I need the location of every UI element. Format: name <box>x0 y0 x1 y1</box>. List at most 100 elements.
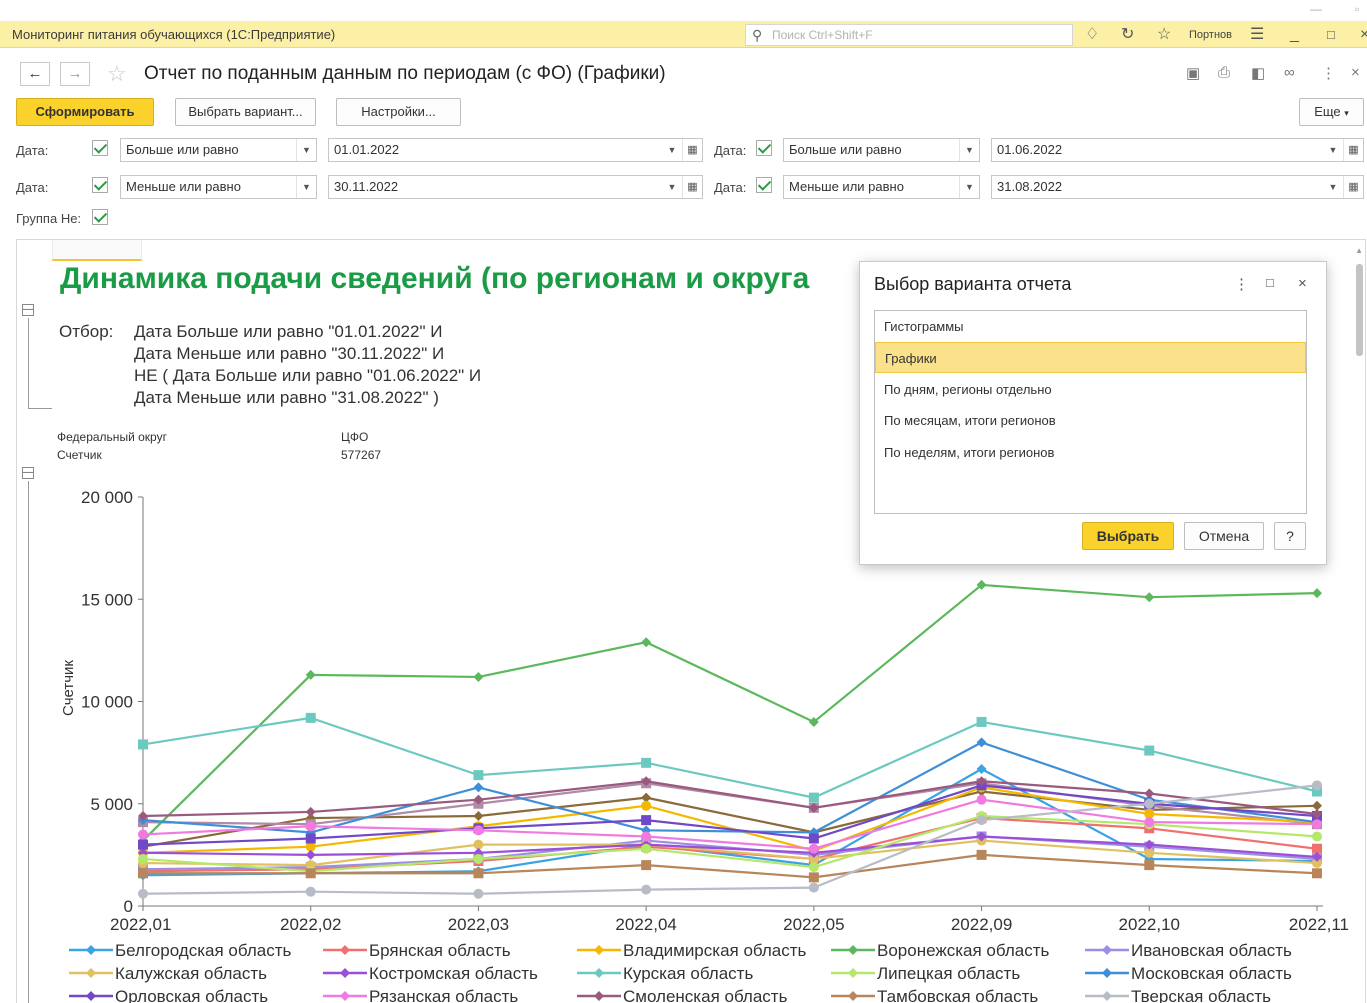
legend-swatch-marker <box>1102 945 1112 955</box>
variant-item-selected[interactable]: Графики <box>875 342 1306 373</box>
more-button[interactable]: Еще ▾ <box>1299 98 1364 126</box>
more-vertical-icon[interactable]: ⋮ <box>1321 64 1336 82</box>
group-bracket-end <box>28 408 52 409</box>
data-point <box>808 862 819 873</box>
date-field-3[interactable]: 01.06.2022 ▼ ▦ <box>991 138 1364 162</box>
more-vertical-icon[interactable]: ⋮ <box>1234 275 1249 293</box>
help-button[interactable]: ? <box>1274 522 1306 550</box>
data-point <box>473 868 484 879</box>
legend-swatch-marker <box>1102 991 1112 1001</box>
choose-variant-button[interactable]: Выбрать вариант... <box>175 98 316 126</box>
legend-label: Белгородская область <box>115 941 291 960</box>
condition-select-1[interactable]: Больше или равно ▼ <box>120 138 317 162</box>
active-cell[interactable] <box>52 240 142 261</box>
date-filter-1-checkbox[interactable] <box>92 140 108 156</box>
calendar-icon[interactable]: ▦ <box>682 176 702 198</box>
collapse-group-icon[interactable]: — <box>22 304 34 316</box>
x-tick-label: 2022,05 <box>783 915 844 934</box>
condition-select-4[interactable]: Меньше или равно ▼ <box>783 175 980 199</box>
date-field-2[interactable]: 30.11.2022 ▼ ▦ <box>328 175 703 199</box>
bell-icon[interactable]: ♢ <box>1085 26 1099 44</box>
form-title: Отчет по поданным данным по периодам (с … <box>144 63 666 84</box>
data-point <box>976 763 987 774</box>
scroll-up-icon[interactable]: ▲ <box>1355 246 1363 255</box>
chevron-down-icon: ▾ <box>1344 108 1349 118</box>
history-icon[interactable]: ↻ <box>1121 26 1134 44</box>
variant-item[interactable]: По дням, регионы отдельно <box>875 374 1306 405</box>
variant-item[interactable]: По месяцам, итоги регионов <box>875 405 1306 436</box>
condition-select-3[interactable]: Больше или равно ▼ <box>783 138 980 162</box>
group-bracket <box>28 318 29 408</box>
collapse-group-icon[interactable]: — <box>22 467 34 479</box>
generate-button[interactable]: Сформировать <box>16 98 154 126</box>
user-name[interactable]: Портнов <box>1189 29 1232 41</box>
restore-mini-icon[interactable]: ▫ <box>1355 2 1359 16</box>
date-filter-3-checkbox[interactable] <box>756 140 772 156</box>
favorites-star-icon[interactable]: ☆ <box>1157 26 1171 44</box>
legend-label: Воронежская область <box>877 941 1050 960</box>
variant-item[interactable]: По неделям, итоги регионов <box>875 437 1306 468</box>
variant-item[interactable]: Гистограммы <box>875 311 1306 342</box>
print-icon[interactable]: ⎙ <box>1218 64 1230 81</box>
legend-swatch-marker <box>86 991 96 1001</box>
cancel-button[interactable]: Отмена <box>1184 522 1264 550</box>
legend-swatch-marker <box>594 991 604 1001</box>
condition-value-3: Больше или равно <box>789 142 902 157</box>
dialog-close-icon[interactable]: × <box>1298 275 1307 292</box>
close-icon[interactable]: × <box>1360 26 1367 44</box>
data-point <box>976 849 987 860</box>
data-point <box>1144 788 1155 799</box>
forward-button[interactable]: → <box>60 62 90 86</box>
filter-line-2: Дата Меньше или равно "30.11.2022" И <box>134 344 445 363</box>
legend-swatch-marker <box>86 968 96 978</box>
scrollbar-thumb[interactable] <box>1356 264 1363 356</box>
choose-button[interactable]: Выбрать <box>1082 522 1174 550</box>
data-point <box>641 884 652 895</box>
filter-line-1: Дата Больше или равно "01.01.2022" И <box>134 322 443 341</box>
x-tick-label: 2022,09 <box>951 915 1012 934</box>
data-point <box>808 833 819 844</box>
calendar-icon[interactable]: ▦ <box>1343 139 1363 161</box>
maximize-icon[interactable]: □ <box>1327 26 1335 44</box>
favorite-star-icon[interactable]: ☆ <box>107 61 127 87</box>
date-field-1[interactable]: 01.01.2022 ▼ ▦ <box>328 138 703 162</box>
link-icon[interactable]: ∞ <box>1284 64 1295 81</box>
group-not-checkbox[interactable] <box>92 209 108 225</box>
legend-label: Орловская область <box>115 987 268 1003</box>
vertical-scrollbar[interactable]: ▲ <box>1353 240 1365 1003</box>
calendar-icon[interactable]: ▦ <box>1343 176 1363 198</box>
calendar-icon[interactable]: ▦ <box>682 139 702 161</box>
counter-value: 577267 <box>341 448 382 462</box>
report-title: Динамика подачи сведений (по регионам и … <box>60 262 810 295</box>
back-button[interactable]: ← <box>20 62 50 86</box>
minimize-mini-icon[interactable]: — <box>1310 2 1322 16</box>
series-line <box>142 784 1318 895</box>
menu-icon[interactable]: ☰ <box>1250 26 1264 44</box>
legend-swatch-marker <box>848 991 858 1001</box>
global-search-input[interactable]: ⚲ Поиск Ctrl+Shift+F <box>745 24 1073 46</box>
data-point <box>473 671 484 682</box>
minimize-icon[interactable]: _ <box>1290 26 1299 44</box>
settings-button[interactable]: Настройки... <box>336 98 461 126</box>
condition-select-2[interactable]: Меньше или равно ▼ <box>120 175 317 199</box>
data-point <box>641 637 652 648</box>
date-field-4[interactable]: 31.08.2022 ▼ ▦ <box>991 175 1364 199</box>
form-close-icon[interactable]: × <box>1351 64 1360 81</box>
date-filter-4-checkbox[interactable] <box>756 177 772 193</box>
date-filter-2-checkbox[interactable] <box>92 177 108 193</box>
data-point <box>1312 819 1322 830</box>
legend-label: Тверская область <box>1131 987 1271 1003</box>
save-icon[interactable]: ▣ <box>1186 64 1200 82</box>
data-point <box>473 770 484 781</box>
dialog-title: Выбор варианта отчета <box>874 274 1072 294</box>
preview-icon[interactable]: ◧ <box>1251 64 1265 82</box>
data-point <box>976 737 987 748</box>
dropdown-arrow-icon: ▼ <box>959 176 979 198</box>
data-point <box>138 888 148 899</box>
data-point <box>808 872 819 883</box>
variant-list[interactable]: Гистограммы Графики По дням, регионы отд… <box>874 310 1307 514</box>
data-point <box>1144 745 1155 756</box>
maximize-icon[interactable]: □ <box>1266 275 1274 290</box>
data-point <box>305 806 316 817</box>
legend-label: Рязанская область <box>369 987 518 1003</box>
